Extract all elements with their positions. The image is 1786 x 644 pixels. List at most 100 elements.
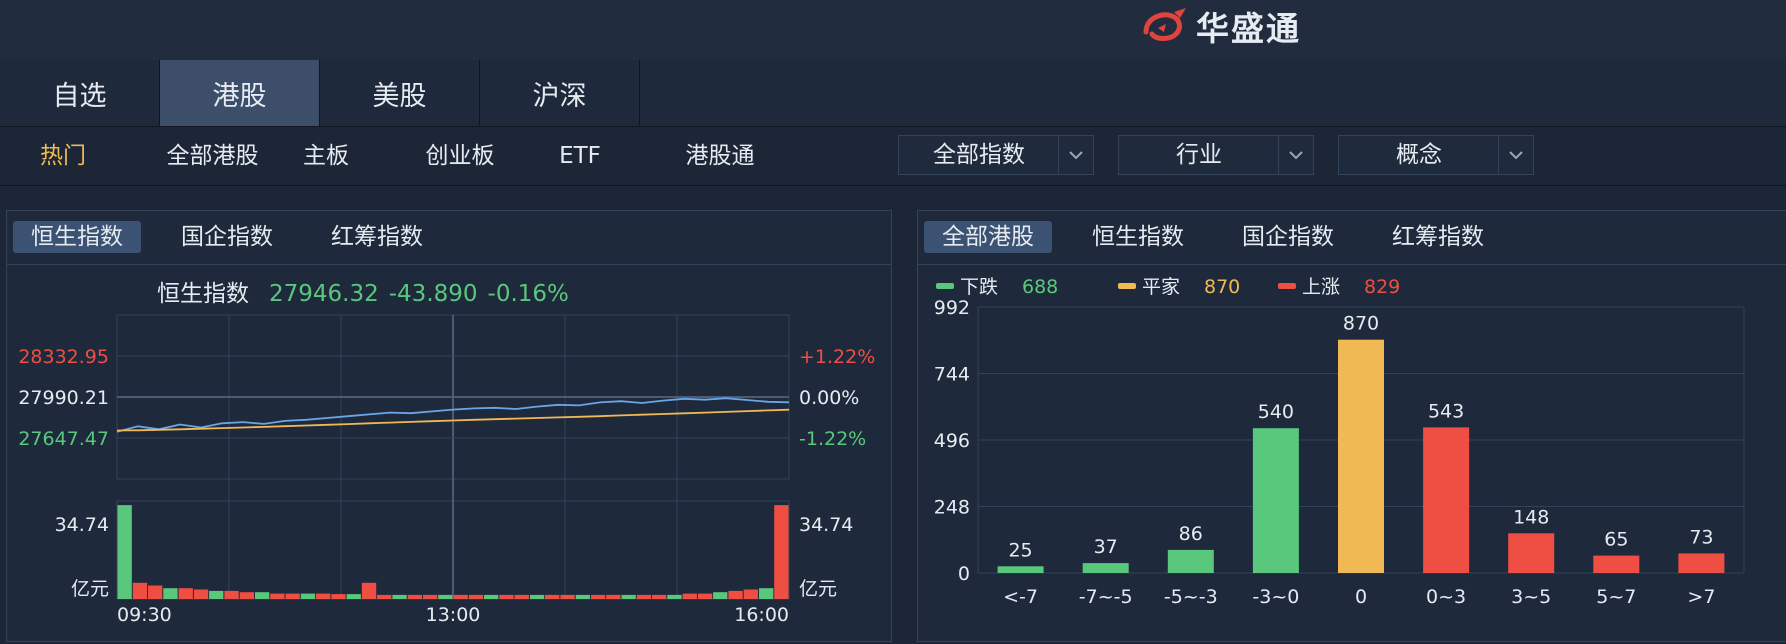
index-tab-2[interactable]: 红筹指数 (313, 221, 441, 253)
volume-bar (759, 588, 774, 599)
main-tab-2[interactable]: 美股 (320, 60, 480, 126)
volume-bar (270, 593, 285, 599)
bar-value-label: 25 (1008, 539, 1032, 561)
volume-bar (255, 592, 270, 599)
dropdown-label: 概念 (1396, 142, 1442, 168)
volume-bar (529, 594, 545, 599)
volume-bar (514, 594, 529, 599)
volume-bar (667, 594, 682, 599)
main-tab-3[interactable]: 沪深 (480, 60, 640, 126)
market-tab-1[interactable]: 恒生指数 (1074, 221, 1202, 253)
sub-tabs: 热门 全部港股 主板 创业板 ETF 港股通 全部指数 行业 概念 (0, 127, 1786, 186)
legend-swatch (936, 283, 954, 289)
volume-bar (300, 593, 316, 599)
chevron-down-icon[interactable] (1498, 136, 1533, 174)
x-category-label: 3~5 (1511, 586, 1551, 608)
dropdown-0[interactable]: 全部指数 (898, 135, 1094, 175)
y-tick: 744 (934, 364, 970, 386)
sub-tab-0[interactable]: 热门 (18, 139, 108, 173)
volume-bar (499, 594, 514, 599)
sub-tab-1[interactable]: 全部港股 (140, 139, 285, 173)
volume-max-left: 34.74 (55, 514, 109, 536)
volume-unit-left: 亿元 (71, 578, 109, 600)
bar-value-label: 148 (1513, 506, 1549, 528)
legend-label: 上涨 (1302, 276, 1340, 298)
brand-logo-icon (1143, 8, 1186, 41)
volume-bar (148, 585, 163, 599)
main-tab-1[interactable]: 港股 (160, 60, 320, 126)
x-category-label: <-7 (1003, 586, 1038, 608)
dropdown-2[interactable]: 概念 (1338, 135, 1534, 175)
market-tab-3[interactable]: 红筹指数 (1374, 221, 1502, 253)
bar-value-label: 86 (1179, 523, 1203, 545)
volume-bar (132, 582, 148, 599)
main-tab-0[interactable]: 自选 (0, 60, 160, 126)
distribution-bar (1423, 427, 1470, 573)
volume-bar (682, 593, 697, 599)
x-category-label: -5~-3 (1164, 586, 1218, 608)
dropdown-1[interactable]: 行业 (1118, 135, 1314, 175)
volume-bar (575, 594, 590, 599)
sub-tab-2[interactable]: 主板 (290, 139, 362, 173)
volume-bar (728, 590, 743, 599)
volume-bar (438, 594, 453, 599)
x-tick: 13:00 (426, 604, 481, 626)
index-tab-1[interactable]: 国企指数 (163, 221, 291, 253)
x-tick: 09:30 (117, 604, 172, 626)
volume-bar (591, 594, 606, 599)
volume-bar (606, 594, 621, 599)
y-tick-left: 27990.21 (18, 387, 109, 409)
index-intraday-chart: 恒生指数 27946.32 -43.890 -0.16% 28332.95 27990.2… (18, 281, 875, 626)
x-tick: 16:00 (734, 604, 789, 626)
index-tab-0[interactable]: 恒生指数 (13, 221, 141, 253)
legend-label: 下跌 (960, 276, 998, 298)
volume-bar (423, 594, 438, 599)
y-tick: 992 (934, 297, 970, 319)
y-tick-right: -1.22% (799, 428, 866, 450)
distribution-bar (1593, 555, 1640, 573)
volume-bar (117, 505, 132, 599)
y-tick-left: 27647.47 (18, 428, 109, 450)
distribution-bar (1082, 563, 1129, 573)
x-category-label: -7~-5 (1079, 586, 1133, 608)
quote-change: -43.890 (389, 281, 478, 307)
y-tick: 248 (934, 497, 970, 519)
volume-bar (407, 594, 422, 599)
y-tick: 496 (934, 430, 970, 452)
volume-bar (193, 589, 209, 599)
volume-bar (331, 594, 346, 599)
market-tab-0[interactable]: 全部港股 (924, 221, 1052, 253)
legend-label: 平家 (1142, 276, 1180, 298)
legend-swatch (1278, 283, 1296, 289)
volume-bar (163, 588, 178, 599)
volume-bar (560, 594, 575, 599)
y-tick-right: 0.00% (799, 387, 859, 409)
sub-tab-3[interactable]: 创业板 (410, 139, 510, 173)
x-category-label: 0~3 (1426, 586, 1466, 608)
volume-bar (545, 594, 560, 599)
main-tabs: 自选 港股 美股 沪深 (0, 60, 1786, 127)
chevron-down-icon[interactable] (1278, 136, 1313, 174)
distribution-chart-panel: 全部港股 恒生指数 国企指数 红筹指数 下跌 688 平家 870 上涨 829 992 744 49… (917, 210, 1786, 642)
index-quote: 恒生指数 27946.32 -43.890 -0.16% (157, 281, 569, 307)
volume-bar (239, 592, 254, 599)
x-category-label: 0 (1355, 586, 1367, 608)
volume-bar (361, 582, 377, 599)
distribution-bar (1678, 553, 1725, 573)
index-tabs: 恒生指数 国企指数 红筹指数 (7, 211, 891, 265)
chevron-down-icon[interactable] (1058, 136, 1093, 174)
volume-bar (346, 594, 361, 599)
dropdown-label: 全部指数 (933, 142, 1025, 168)
distribution-bar (1167, 549, 1214, 573)
sub-tab-4[interactable]: ETF (540, 139, 620, 173)
volume-bar (468, 594, 484, 599)
market-tabs: 全部港股 恒生指数 国企指数 红筹指数 (918, 211, 1786, 265)
legend-swatch (1118, 283, 1136, 289)
brand-logo: 华盛通 (1140, 4, 1301, 48)
price-change-distribution-chart: 下跌 688 平家 870 上涨 829992744496248025<-737-7~-5… (934, 276, 1745, 608)
volume-bar (316, 593, 331, 599)
volume-bar (453, 594, 468, 599)
sub-tab-5[interactable]: 港股通 (660, 139, 780, 173)
x-category-label: -3~0 (1252, 586, 1299, 608)
market-tab-2[interactable]: 国企指数 (1224, 221, 1352, 253)
